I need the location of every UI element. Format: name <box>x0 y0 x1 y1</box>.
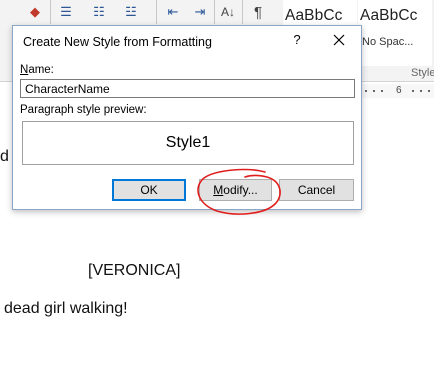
ruler: 6 <box>360 84 434 98</box>
ruler-tick <box>412 90 414 92</box>
close-button[interactable] <box>324 29 354 51</box>
ruler-tick <box>373 90 375 92</box>
eraser-icon[interactable]: ◆ <box>26 2 44 22</box>
style-name-input[interactable] <box>20 79 355 98</box>
style-preview-text: Style1 <box>165 134 211 151</box>
close-icon <box>333 34 345 46</box>
dialog-title: Create New Style from Formatting <box>23 35 212 49</box>
style-name: No Spac... <box>362 36 414 48</box>
modify-button-accesskey: M <box>213 183 224 197</box>
create-style-dialog: Create New Style from Formatting ? Name:… <box>12 25 362 210</box>
increase-indent-icon[interactable]: ⇥ <box>190 2 210 22</box>
name-label-text: ame: <box>28 64 54 76</box>
cancel-button[interactable]: Cancel <box>279 179 354 201</box>
numbering-icon[interactable]: ☷ <box>88 2 110 22</box>
decrease-indent-icon[interactable]: ⇤ <box>163 2 183 22</box>
ruler-tick <box>420 90 422 92</box>
ribbon-separator <box>214 0 215 24</box>
style-preview-box: Style1 <box>22 121 354 165</box>
ribbon-separator <box>50 0 51 24</box>
ruler-tick <box>365 90 367 92</box>
ribbon-separator <box>156 0 157 24</box>
document-text-fragment: d <box>0 148 9 165</box>
ok-button[interactable]: OK <box>112 179 186 201</box>
name-label: Name: <box>20 64 54 76</box>
ribbon-separator <box>242 0 243 24</box>
preview-label: Paragraph style preview: <box>20 104 147 116</box>
pilcrow-icon[interactable]: ¶ <box>248 2 268 22</box>
style-sample: AaBbCc <box>285 7 343 24</box>
style-gallery-item-no-spacing[interactable]: AaBbCc No Spac... <box>358 0 432 66</box>
multilevel-list-icon[interactable]: ☳ <box>120 2 142 22</box>
ruler-tick <box>381 90 383 92</box>
ruler-number: 6 <box>396 85 402 96</box>
modify-button[interactable]: Modify... <box>199 179 272 201</box>
sort-icon[interactable]: A↓ <box>218 2 238 22</box>
styles-group-label: Style <box>411 67 434 79</box>
style-sample: AaBbCc <box>360 7 418 24</box>
bullets-icon[interactable]: ☰ <box>55 2 77 22</box>
document-character-name: [VERONICA] <box>88 262 181 279</box>
modify-button-text: odify... <box>223 183 258 197</box>
ruler-tick <box>428 90 430 92</box>
document-dialogue: dead girl walking! <box>4 300 128 317</box>
help-button[interactable]: ? <box>290 32 304 50</box>
